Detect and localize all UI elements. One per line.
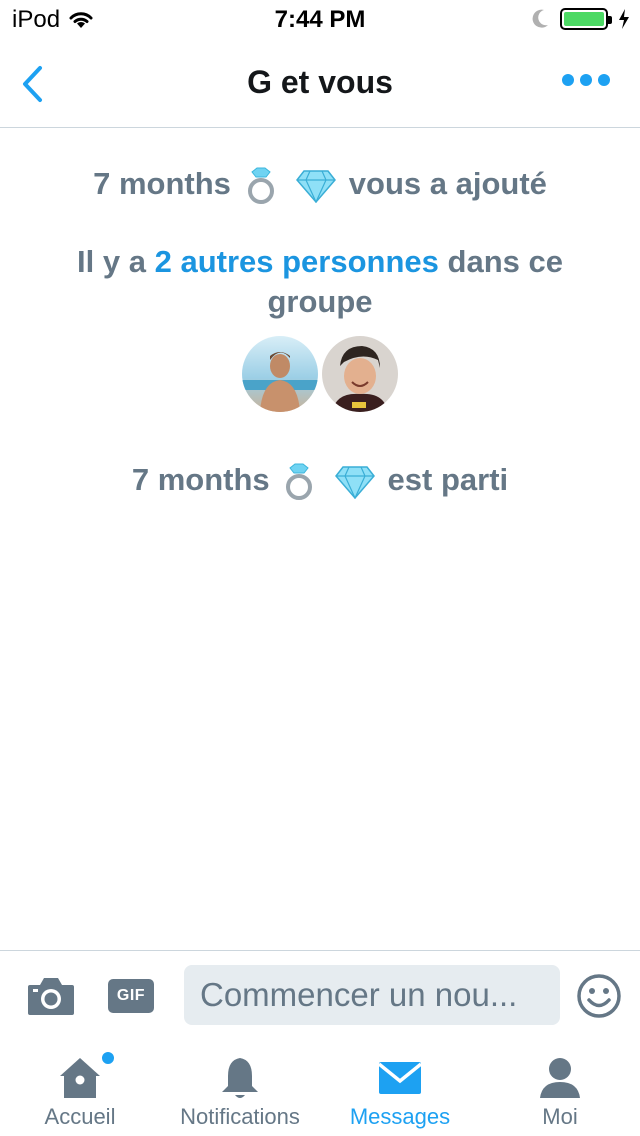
status-right xyxy=(530,8,630,30)
tab-moi[interactable]: Moi xyxy=(480,1040,640,1136)
gif-button[interactable]: GIF xyxy=(108,979,154,1013)
event-text: vous a ajouté xyxy=(348,166,547,201)
status-bar: iPod 7:44 PM xyxy=(0,0,640,40)
event-user-name: 7 months xyxy=(131,462,270,497)
moon-icon xyxy=(532,9,548,28)
tab-label: Moi xyxy=(542,1104,578,1129)
participants-suffix-2: groupe xyxy=(267,284,373,319)
envelope-icon xyxy=(320,1054,480,1104)
emoji-button[interactable] xyxy=(576,973,622,1019)
tab-notifications[interactable]: Notifications xyxy=(160,1040,320,1136)
ring-emoji xyxy=(282,463,318,501)
system-message-left: 7 months est parti xyxy=(0,462,640,501)
event-user-name: 7 months xyxy=(93,166,231,201)
home-icon xyxy=(0,1054,160,1104)
more-options-button[interactable] xyxy=(562,74,610,86)
tab-messages[interactable]: Messages xyxy=(320,1040,480,1136)
participants-link[interactable]: 2 autres personnes xyxy=(155,244,439,279)
participant-avatars xyxy=(0,336,640,412)
message-input[interactable] xyxy=(184,965,560,1025)
notification-badge xyxy=(100,1050,116,1066)
participants-message: Il y a 2 autres personnes dans ce groupe xyxy=(0,242,640,322)
event-text: est parti xyxy=(387,462,509,497)
tab-label: Accueil xyxy=(44,1104,116,1129)
charging-icon xyxy=(619,9,629,29)
participants-prefix: Il y a xyxy=(77,244,146,279)
camera-icon xyxy=(28,978,74,1015)
dot-icon xyxy=(598,74,610,86)
dot-icon xyxy=(562,74,574,86)
bell-icon xyxy=(160,1054,320,1104)
message-composer: GIF xyxy=(0,950,640,1040)
smiley-icon xyxy=(577,974,621,1018)
gem-emoji xyxy=(334,465,375,499)
participants-suffix-1: dans ce xyxy=(447,244,563,279)
ring-emoji xyxy=(244,167,280,205)
battery-icon xyxy=(560,8,612,30)
gem-emoji xyxy=(296,169,337,203)
avatar[interactable] xyxy=(322,336,398,412)
conversation-title: G et vous xyxy=(247,64,393,100)
avatar[interactable] xyxy=(242,336,318,412)
nav-bar: G et vous xyxy=(0,40,640,128)
tab-label: Messages xyxy=(349,1104,451,1129)
tab-bar: Accueil Notifications Messages Moi xyxy=(0,1040,640,1136)
tab-accueil[interactable]: Accueil xyxy=(0,1040,160,1136)
tab-label: Notifications xyxy=(180,1104,300,1129)
camera-button[interactable] xyxy=(26,973,76,1019)
battery-tip xyxy=(608,16,612,24)
dot-icon xyxy=(580,74,592,86)
person-icon xyxy=(480,1054,640,1104)
system-message-added: 7 months vous a ajouté xyxy=(0,166,640,205)
battery-fill xyxy=(564,12,604,26)
